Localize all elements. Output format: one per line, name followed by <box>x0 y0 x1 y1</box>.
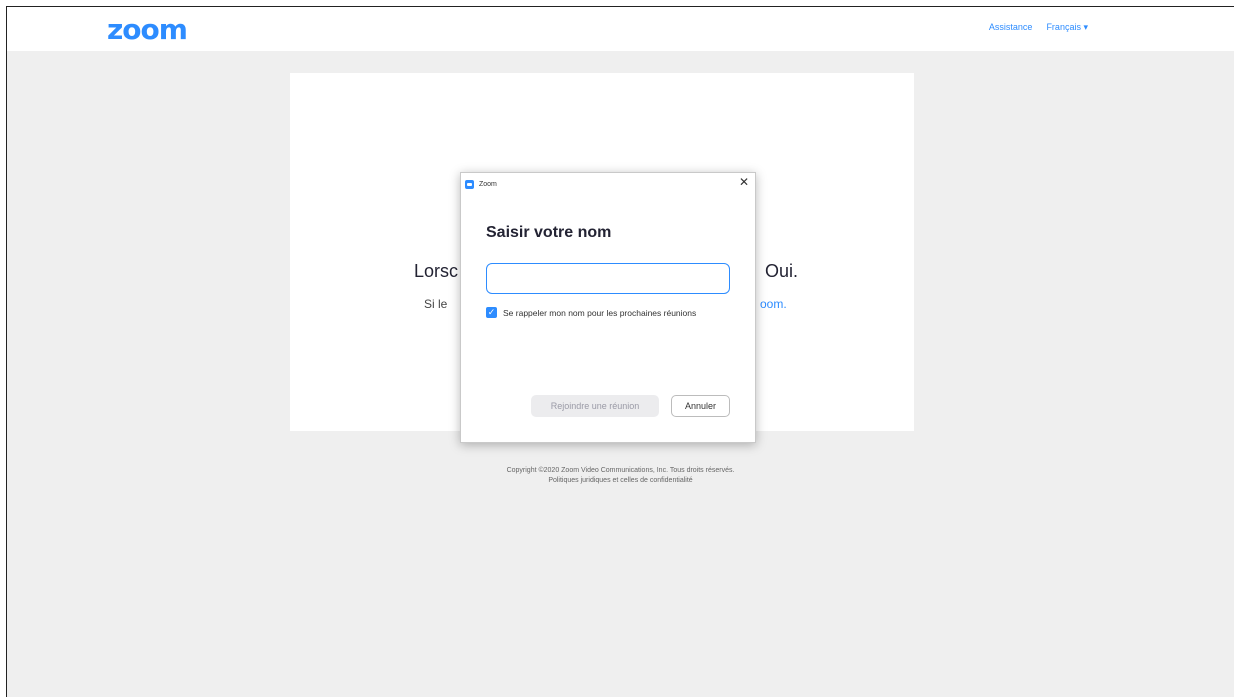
top-bar: zoom Assistance Français ▾ <box>7 7 1234 51</box>
copyright-text: Copyright ©2020 Zoom Video Communication… <box>506 467 735 474</box>
zoom-app-icon <box>465 179 474 189</box>
dialog-titlebar: Zoom <box>465 177 497 191</box>
remember-name-option[interactable]: ✓ Se rappeler mon nom pour les prochaine… <box>486 307 696 318</box>
language-selector[interactable]: Français ▾ <box>1046 22 1088 33</box>
launch-heading-right: Oui. <box>765 261 799 281</box>
launch-heading-left: Lorsc <box>414 261 459 281</box>
support-link[interactable]: Assistance <box>989 22 1033 33</box>
remember-name-label: Se rappeler mon nom pour les prochaines … <box>503 307 697 318</box>
name-input[interactable] <box>486 263 730 294</box>
join-meeting-button[interactable]: Rejoindre une réunion <box>531 395 659 417</box>
launch-subtext-left: Si le <box>424 297 448 311</box>
top-links: Assistance Français ▾ <box>989 22 1088 33</box>
download-link[interactable]: oom. <box>760 297 787 311</box>
legal-link[interactable]: Politiques juridiques et celles de confi… <box>7 476 1234 486</box>
enter-name-dialog: Zoom ✕ Saisir votre nom ✓ Se rappeler mo… <box>460 172 756 443</box>
close-icon[interactable]: ✕ <box>739 175 749 189</box>
dialog-heading: Saisir votre nom <box>486 224 612 241</box>
language-label: Français <box>1046 22 1081 32</box>
dialog-window-title: Zoom <box>479 180 497 188</box>
zoom-logo[interactable]: zoom <box>107 13 188 46</box>
cancel-button[interactable]: Annuler <box>671 395 730 417</box>
chevron-down-icon: ▾ <box>1083 22 1088 32</box>
footer: Copyright ©2020 Zoom Video Communication… <box>7 466 1234 486</box>
browser-viewport: zoom Assistance Français ▾ Lorsc Oui. Si… <box>6 6 1234 697</box>
remember-name-checkbox[interactable]: ✓ <box>486 307 497 318</box>
